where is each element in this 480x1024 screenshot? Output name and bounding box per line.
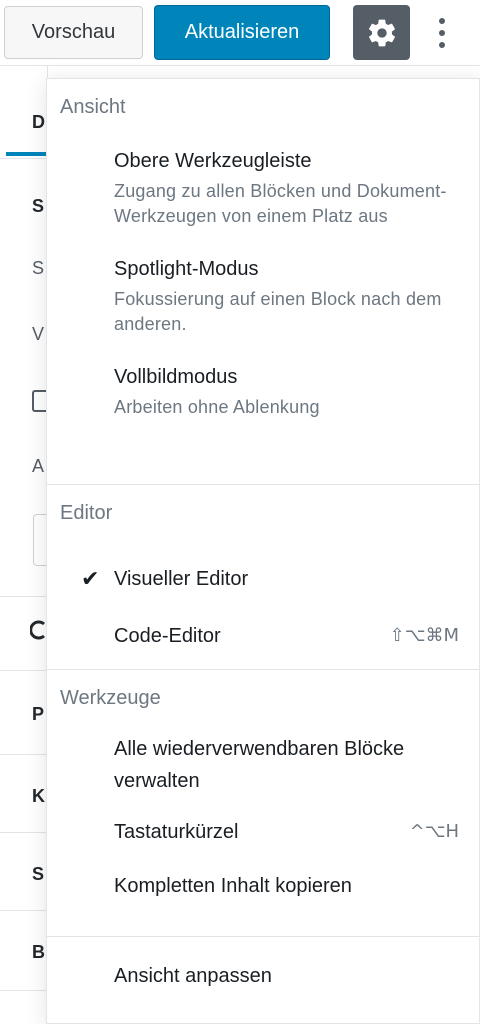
menu-group-editor: Editor ✔ Visueller Editor Code-Editor ⇧⌥… — [47, 485, 479, 670]
item-title: Alle wiederverwendbaren Blöcke verwalten — [114, 738, 405, 792]
menu-item-options[interactable]: Ansicht anpassen — [47, 961, 479, 991]
sidebar-panel-tags[interactable]: S — [32, 864, 44, 885]
sidebar-panel-featured-image[interactable]: B — [32, 942, 45, 963]
item-title: Vollbildmodus — [114, 366, 238, 388]
item-description: Fokussierung auf einen Block nach dem an… — [114, 289, 442, 334]
menu-item-fullscreen-mode[interactable]: Vollbildmodus Arbeiten ohne Ablenkung — [47, 362, 479, 420]
item-title: Tastaturkürzel — [114, 821, 239, 843]
update-button[interactable]: Aktualisieren — [154, 5, 330, 60]
sidebar-text: V — [32, 324, 45, 344]
more-vertical-icon — [439, 18, 445, 48]
settings-sidebar: D S S V A P K S B — [0, 66, 48, 1024]
sidebar-text: A — [32, 456, 45, 476]
item-title: Spotlight-Modus — [114, 258, 259, 280]
menu-item-spotlight-mode[interactable]: Spotlight-Modus Fokussierung auf einen B… — [47, 254, 479, 337]
sidebar-panel-status[interactable]: S — [32, 196, 44, 217]
check-icon: ✔ — [81, 566, 100, 591]
more-options-menu: Ansicht Obere Werkzeugleiste Zugang zu a… — [46, 78, 480, 1024]
item-title: Visueller Editor — [114, 568, 249, 590]
active-tab-indicator — [6, 152, 48, 156]
menu-arrow — [433, 66, 457, 78]
menu-item-visual-editor[interactable]: ✔ Visueller Editor — [47, 564, 479, 594]
menu-group-tools: Werkzeuge Alle wiederverwendbaren Blöcke… — [47, 670, 479, 937]
group-label: Werkzeuge — [60, 687, 161, 709]
settings-button[interactable] — [353, 5, 410, 60]
editor-toolbar: Vorschau Aktualisieren — [0, 0, 480, 66]
menu-group-view: Ansicht Obere Werkzeugleiste Zugang zu a… — [47, 79, 479, 485]
menu-item-code-editor[interactable]: Code-Editor ⇧⌥⌘M — [47, 621, 479, 651]
more-options-button[interactable] — [420, 8, 464, 58]
gear-icon — [368, 19, 395, 46]
item-description: Zugang zu allen Blöcken und Dokument-Wer… — [114, 181, 447, 226]
menu-item-manage-reusable-blocks[interactable]: Alle wiederverwendbaren Blöcke verwalten — [47, 733, 479, 797]
item-title: Obere Werkzeugleiste — [114, 150, 312, 172]
menu-group-options: Ansicht anpassen — [47, 961, 479, 991]
keyboard-shortcut: ^⌥H — [409, 821, 459, 842]
menu-item-copy-all-content[interactable]: Kompletten Inhalt kopieren — [47, 871, 479, 901]
item-title: Ansicht anpassen — [114, 965, 272, 987]
group-label: Editor — [60, 502, 113, 524]
preview-button[interactable]: Vorschau — [4, 6, 143, 59]
sidebar-text: S — [32, 258, 45, 278]
sidebar-tab-document[interactable]: D — [32, 112, 45, 133]
sidebar-panel-permalink[interactable]: P — [32, 704, 44, 725]
item-description: Arbeiten ohne Ablenkung — [114, 397, 320, 417]
group-label: Ansicht — [60, 96, 126, 118]
menu-item-keyboard-shortcuts[interactable]: Tastaturkürzel ^⌥H — [47, 817, 479, 847]
menu-item-top-toolbar[interactable]: Obere Werkzeugleiste Zugang zu allen Blö… — [47, 146, 479, 229]
keyboard-shortcut: ⇧⌥⌘M — [389, 625, 459, 646]
sidebar-panel-categories[interactable]: K — [32, 786, 45, 807]
item-title: Kompletten Inhalt kopieren — [114, 875, 352, 897]
